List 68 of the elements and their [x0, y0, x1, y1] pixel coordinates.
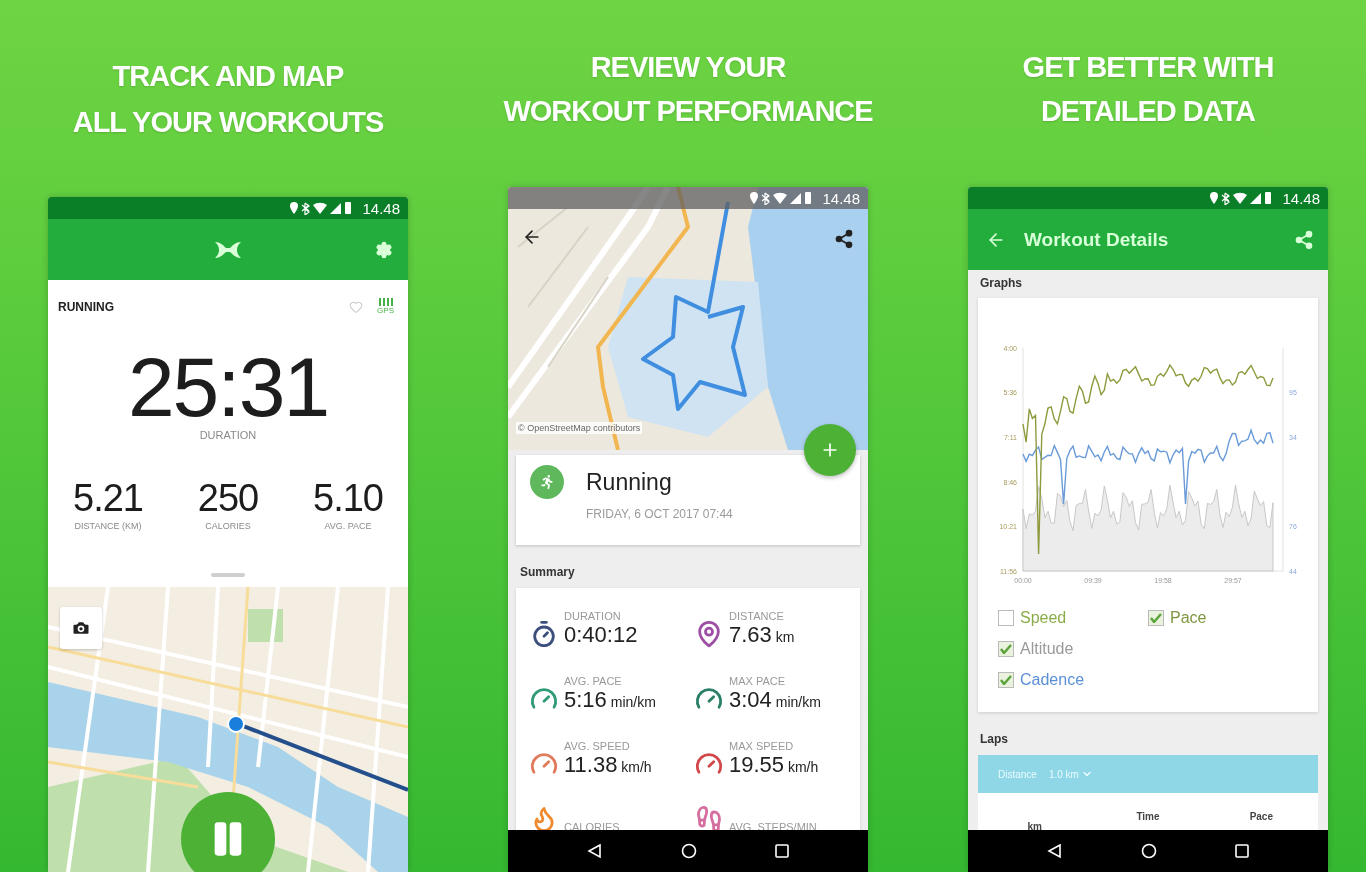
- stat-label: CALORIES: [205, 521, 251, 531]
- metric-label: AVG. SPEED: [564, 740, 631, 752]
- graph-toggle[interactable]: Pace: [1148, 609, 1258, 627]
- distance-dropdown[interactable]: 1.0 km: [1048, 768, 1093, 780]
- drag-handle[interactable]: [211, 573, 245, 577]
- location-dot: [227, 715, 245, 733]
- checkbox[interactable]: [1148, 610, 1164, 626]
- camera-button[interactable]: [60, 607, 102, 649]
- status-time: 14.48: [822, 189, 860, 207]
- metric-value: 7.63 km: [729, 622, 795, 648]
- status-time: 14.48: [362, 199, 400, 217]
- home-icon[interactable]: [1141, 843, 1157, 859]
- activity-label: RUNNING: [58, 299, 114, 314]
- graph-toggle[interactable]: Speed: [998, 609, 1148, 627]
- check-icon: [1000, 644, 1012, 654]
- headline: TRACK AND MAP ALL YOUR WORKOUTS: [72, 59, 384, 140]
- heart-icon: [349, 299, 364, 314]
- check-icon: [1150, 613, 1162, 623]
- recents-icon[interactable]: [775, 844, 789, 858]
- share-icon[interactable]: [834, 229, 854, 249]
- running-icon: [530, 465, 564, 499]
- stat-label: AVG. PACE: [324, 521, 372, 531]
- home-icon[interactable]: [681, 843, 697, 859]
- column-header: Time: [1135, 811, 1161, 824]
- metric-label: DISTANCE: [729, 610, 785, 622]
- metric-label: DURATION: [564, 610, 622, 622]
- stat-value: 5.10: [313, 479, 383, 517]
- graph-toggle[interactable]: Altitude: [998, 640, 1148, 658]
- stat-label: DISTANCE (KM): [74, 521, 142, 531]
- metric-label: MAX SPEED: [729, 740, 795, 752]
- screen-title: Workout Details: [1024, 228, 1170, 251]
- column-header: Pace: [1248, 811, 1274, 824]
- metric-value: 19.55 km/h: [729, 752, 819, 778]
- recents-icon[interactable]: [1235, 844, 1249, 858]
- stat-value: 250: [197, 479, 259, 517]
- checkbox[interactable]: [998, 672, 1014, 688]
- graph-toggle[interactable]: Cadence: [998, 671, 1148, 689]
- activity-title: Running: [586, 468, 673, 496]
- metric-label: MAX PACE: [729, 675, 787, 687]
- footprints-icon: [695, 805, 723, 830]
- metric-label: AVG. PACE: [564, 675, 623, 687]
- checkbox[interactable]: [998, 610, 1014, 626]
- metric-value: 11.38 km/h: [564, 752, 652, 778]
- metric-value: 0:40:12: [564, 622, 638, 648]
- checkbox[interactable]: [998, 641, 1014, 657]
- check-icon: [1000, 675, 1012, 685]
- headline: REVIEW YOUR WORKOUT PERFORMANCE: [503, 50, 873, 129]
- headline: GET BETTER WITH DETAILED DATA: [1022, 50, 1274, 129]
- duration-value: 25:31: [126, 345, 330, 429]
- stopwatch-icon: [530, 620, 558, 648]
- column-header: km: [1026, 821, 1043, 830]
- metric-value: 3:04 min/km: [729, 687, 821, 713]
- metric-value: 5:16 min/km: [564, 687, 656, 713]
- filter-label: Distance: [998, 768, 1037, 780]
- activity-date: FRIDAY, 6 OCT 2017 07:44: [586, 507, 734, 521]
- gps-signal-icon: [378, 298, 393, 306]
- stat-value: 5.21: [73, 479, 143, 517]
- status-time: 14.48: [1282, 189, 1320, 207]
- map-attribution: © OpenStreetMap contributors: [516, 422, 643, 434]
- section-title: Graphs: [979, 275, 1023, 292]
- back-icon[interactable]: [1047, 843, 1063, 859]
- gps-label: GPS: [377, 306, 394, 315]
- back-icon[interactable]: [587, 843, 603, 859]
- section-title: Summary: [519, 564, 576, 581]
- section-title: Laps: [979, 731, 1009, 748]
- logo-icon: [213, 240, 243, 259]
- settings-icon[interactable]: [375, 240, 393, 259]
- duration-label: DURATION: [198, 429, 258, 441]
